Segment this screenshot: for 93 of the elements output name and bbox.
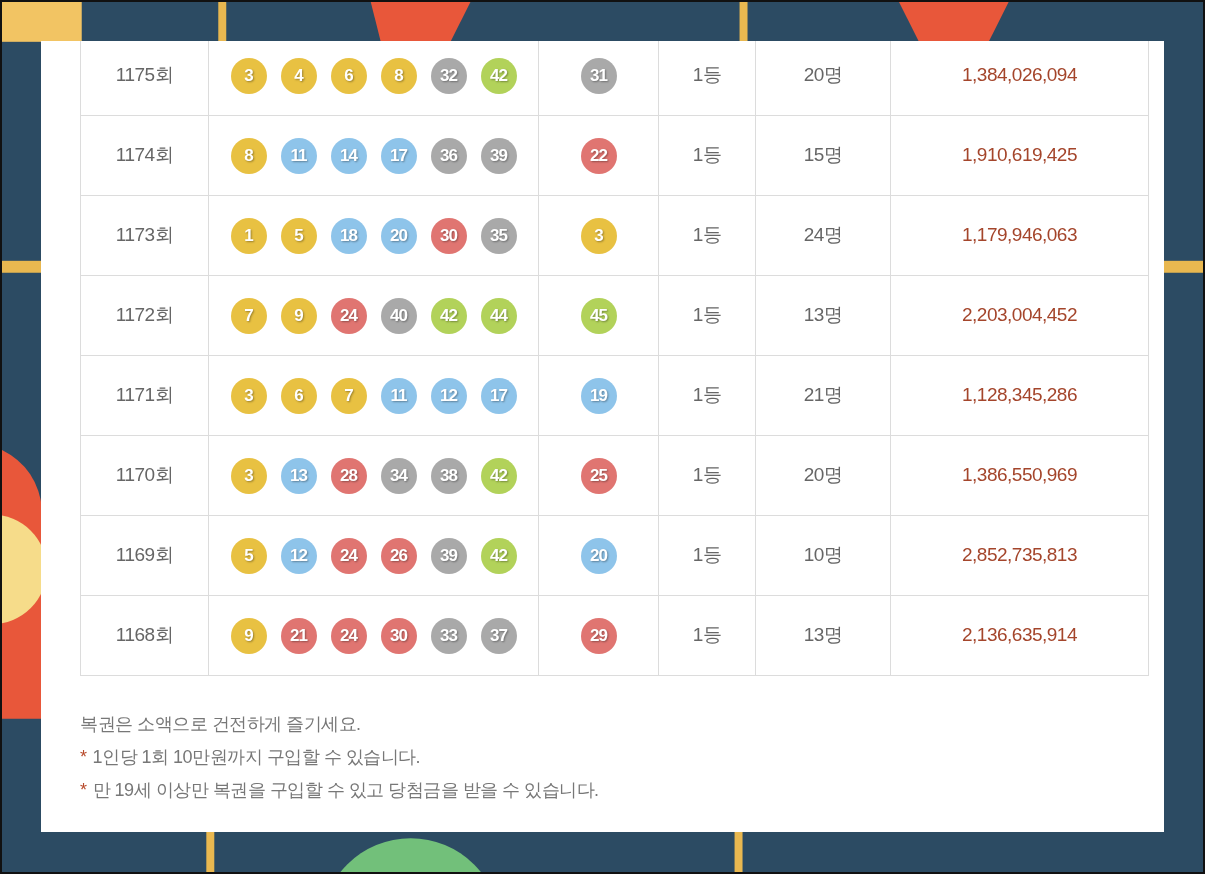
number-ball: 7 — [230, 297, 267, 334]
round-cell: 1168회 — [80, 595, 209, 676]
number-ball: 45 — [580, 297, 617, 334]
number-ball: 36 — [430, 137, 467, 174]
number-ball: 9 — [280, 297, 317, 334]
number-ball: 6 — [330, 57, 367, 94]
prize-cell: 1,179,946,063 — [890, 195, 1149, 276]
prize-cell: 2,852,735,813 — [890, 515, 1149, 596]
number-ball: 11 — [280, 137, 317, 174]
number-ball: 5 — [280, 217, 317, 254]
number-ball: 3 — [580, 217, 617, 254]
round-cell: 1173회 — [80, 195, 209, 276]
winners-cell: 20명 — [755, 435, 891, 516]
number-ball: 30 — [430, 217, 467, 254]
prize-cell: 2,203,004,452 — [890, 275, 1149, 356]
rank-cell: 1등 — [658, 195, 756, 276]
number-ball: 24 — [330, 537, 367, 574]
number-ball: 42 — [480, 457, 517, 494]
number-ball: 12 — [280, 537, 317, 574]
number-ball: 4 — [280, 57, 317, 94]
number-ball: 3 — [230, 457, 267, 494]
number-ball: 42 — [430, 297, 467, 334]
number-ball: 42 — [480, 57, 517, 94]
round-cell: 1170회 — [80, 435, 209, 516]
number-ball: 19 — [580, 377, 617, 414]
prize-cell: 1,128,345,286 — [890, 355, 1149, 436]
winners-cell: 13명 — [755, 275, 891, 356]
note-text: 복권은 소액으로 건전하게 즐기세요. — [80, 713, 361, 736]
winners-cell: 13명 — [755, 595, 891, 676]
round-cell: 1169회 — [80, 515, 209, 596]
number-ball: 30 — [380, 617, 417, 654]
number-ball: 28 — [330, 457, 367, 494]
number-ball: 8 — [230, 137, 267, 174]
number-ball: 25 — [580, 457, 617, 494]
number-ball: 35 — [480, 217, 517, 254]
note-marker: * — [80, 746, 87, 769]
rank-cell: 1등 — [658, 355, 756, 436]
number-ball: 13 — [280, 457, 317, 494]
round-cell: 1172회 — [80, 275, 209, 356]
number-ball: 24 — [330, 617, 367, 654]
number-ball: 39 — [480, 137, 517, 174]
number-ball: 7 — [330, 377, 367, 414]
prize-cell: 1,384,026,094 — [890, 41, 1149, 116]
rank-cell: 1등 — [658, 435, 756, 516]
rank-cell: 1등 — [658, 515, 756, 596]
note-marker: * — [80, 779, 87, 802]
number-ball: 1 — [230, 217, 267, 254]
number-ball: 40 — [380, 297, 417, 334]
number-ball: 20 — [380, 217, 417, 254]
number-ball: 5 — [230, 537, 267, 574]
number-ball: 38 — [430, 457, 467, 494]
round-cell: 1175회 — [80, 41, 209, 116]
winners-cell: 15명 — [755, 115, 891, 196]
number-ball: 34 — [380, 457, 417, 494]
number-ball: 14 — [330, 137, 367, 174]
number-ball: 18 — [330, 217, 367, 254]
number-ball: 22 — [580, 137, 617, 174]
number-ball: 31 — [580, 57, 617, 94]
rank-cell: 1등 — [658, 115, 756, 196]
number-ball: 11 — [380, 377, 417, 414]
number-ball: 3 — [230, 57, 267, 94]
prize-cell: 1,386,550,969 — [890, 435, 1149, 516]
number-ball: 29 — [580, 617, 617, 654]
number-ball: 3 — [230, 377, 267, 414]
rank-cell: 1등 — [658, 275, 756, 356]
number-ball: 42 — [480, 537, 517, 574]
winners-cell: 21명 — [755, 355, 891, 436]
number-ball: 8 — [380, 57, 417, 94]
number-ball: 44 — [480, 297, 517, 334]
rank-cell: 1등 — [658, 595, 756, 676]
note-text: 만 19세 이상만 복권을 구입할 수 있고 당첨금을 받을 수 있습니다. — [92, 779, 599, 802]
winners-cell: 10명 — [755, 515, 891, 596]
number-ball: 33 — [430, 617, 467, 654]
number-ball: 32 — [430, 57, 467, 94]
number-ball: 26 — [380, 537, 417, 574]
number-ball: 12 — [430, 377, 467, 414]
rank-cell: 1등 — [658, 41, 756, 116]
number-ball: 17 — [480, 377, 517, 414]
round-cell: 1174회 — [80, 115, 209, 196]
number-ball: 39 — [430, 537, 467, 574]
number-ball: 17 — [380, 137, 417, 174]
number-ball: 24 — [330, 297, 367, 334]
prize-cell: 1,910,619,425 — [890, 115, 1149, 196]
number-ball: 6 — [280, 377, 317, 414]
prize-cell: 2,136,635,914 — [890, 595, 1149, 676]
number-ball: 37 — [480, 617, 517, 654]
round-cell: 1171회 — [80, 355, 209, 436]
number-ball: 21 — [280, 617, 317, 654]
winners-cell: 24명 — [755, 195, 891, 276]
number-ball: 20 — [580, 537, 617, 574]
number-ball: 9 — [230, 617, 267, 654]
winners-cell: 20명 — [755, 41, 891, 116]
note-text: 1인당 1회 10만원까지 구입할 수 있습니다. — [92, 746, 421, 769]
